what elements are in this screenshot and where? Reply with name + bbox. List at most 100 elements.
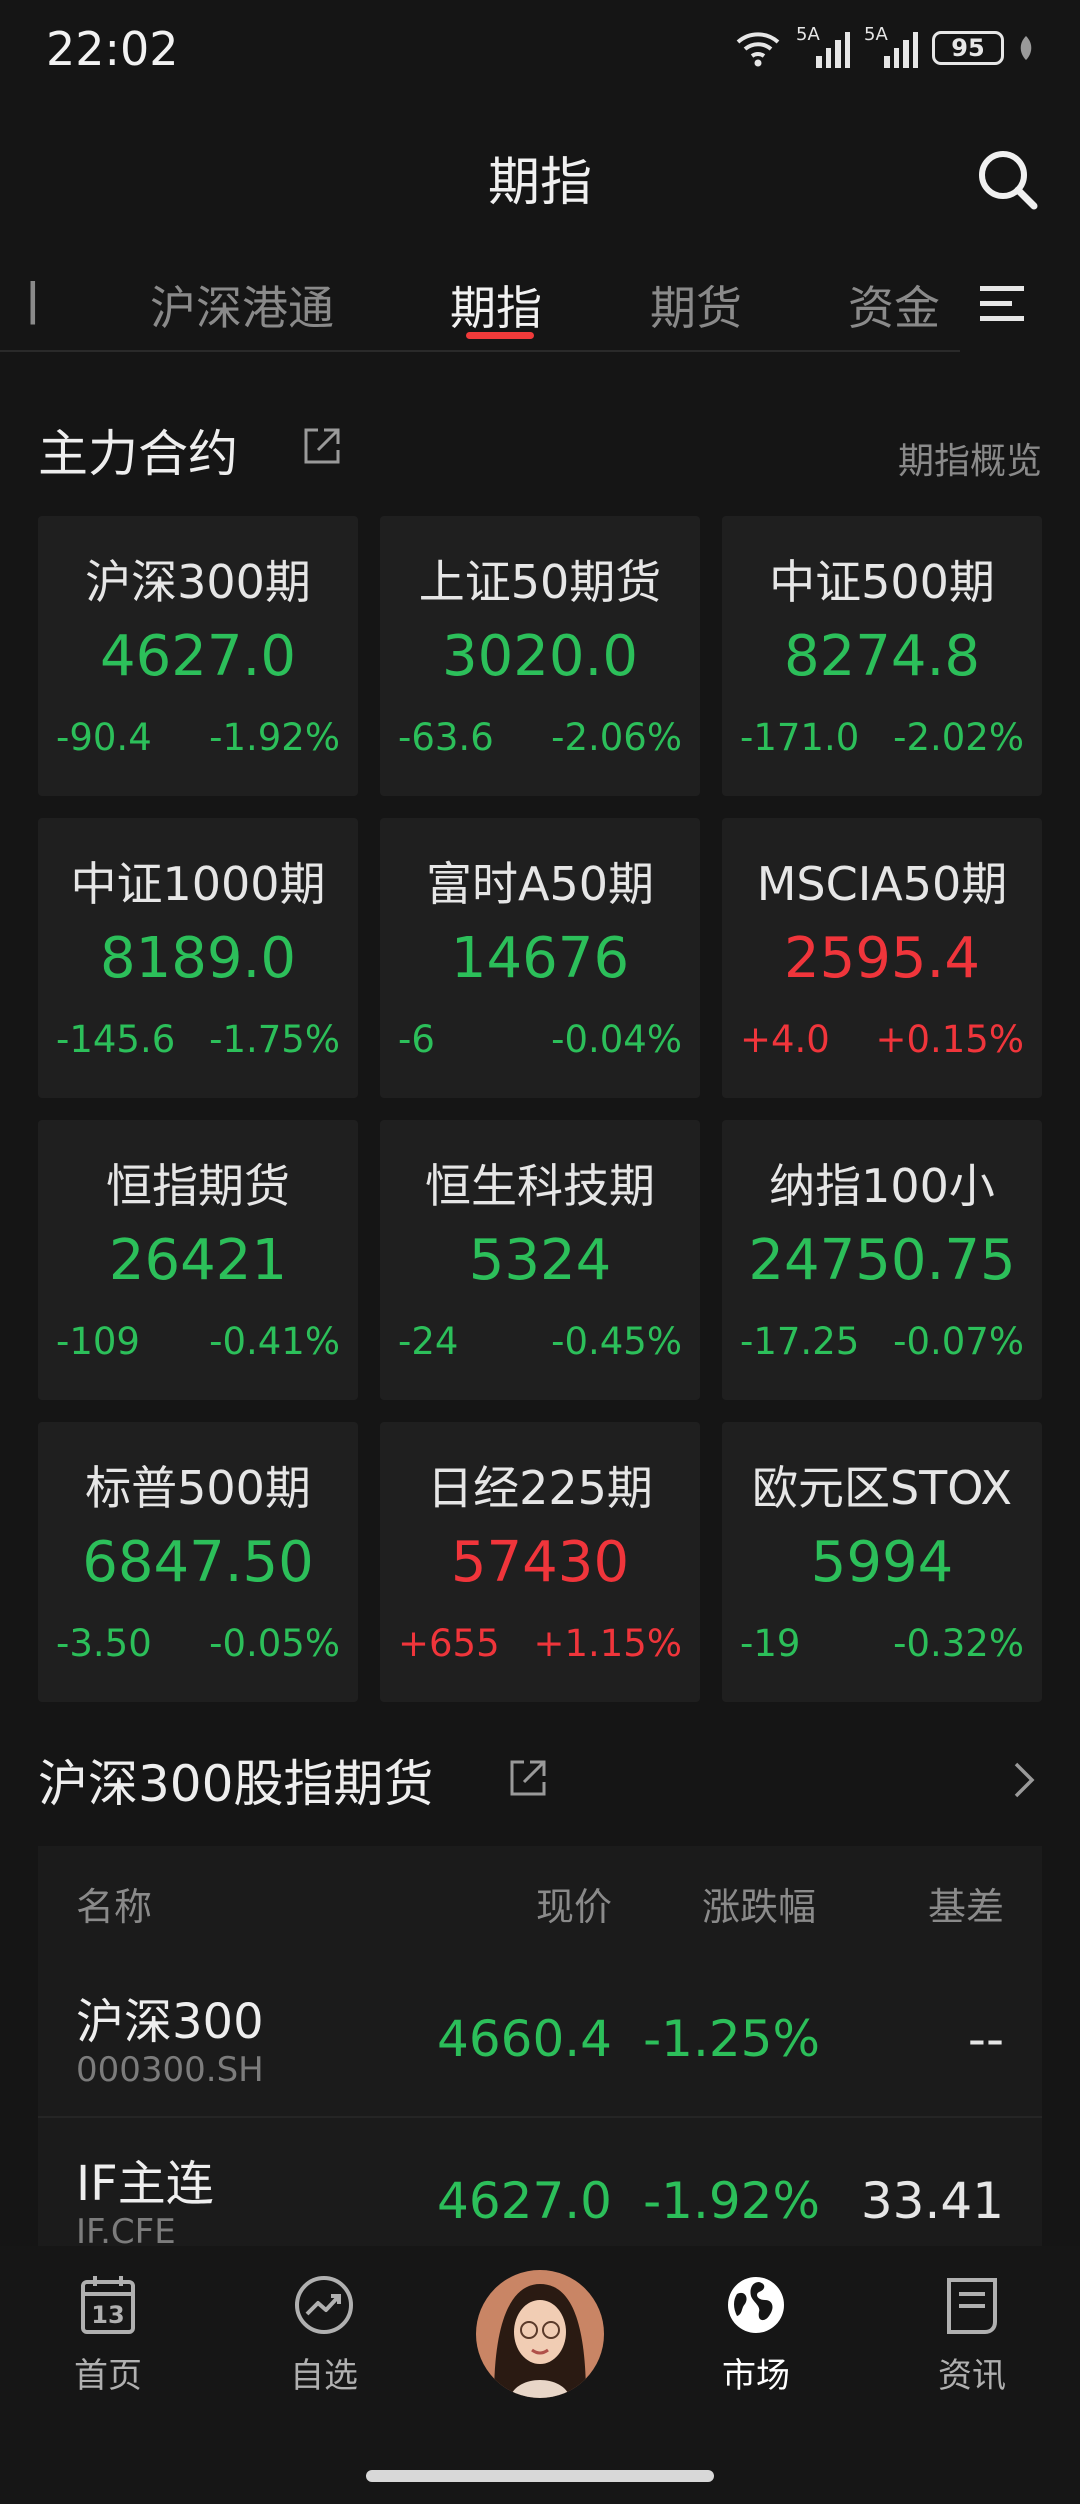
tab-hk-connect[interactable]: 沪深港通 bbox=[150, 272, 334, 338]
card-change: -90.4 bbox=[56, 716, 152, 759]
row-basis: 33.41 bbox=[860, 2172, 1004, 2230]
card-change: -24 bbox=[398, 1320, 459, 1363]
calendar-icon: 13 bbox=[81, 2276, 135, 2334]
contract-card[interactable]: 恒生科技期 5324 -24 -0.45% bbox=[380, 1120, 700, 1400]
bottom-nav: 13 首页 自选 市场 资讯 bbox=[0, 2246, 1080, 2504]
nav-home[interactable]: 13 首页 bbox=[28, 2272, 188, 2397]
signal-2-label: 5A bbox=[864, 24, 888, 45]
row-price: 4627.0 bbox=[437, 2172, 612, 2230]
card-change: -63.6 bbox=[398, 716, 494, 759]
nav-news[interactable]: 资讯 bbox=[892, 2272, 1052, 2397]
card-name: 恒指期货 bbox=[106, 1159, 290, 1213]
card-name: 上证50期货 bbox=[418, 555, 662, 609]
contract-card[interactable]: 沪深300期 4627.0 -90.4 -1.92% bbox=[38, 516, 358, 796]
nav-label-watchlist: 自选 bbox=[290, 2356, 358, 2396]
home-indicator[interactable] bbox=[366, 2470, 714, 2482]
external-link-icon[interactable] bbox=[506, 1756, 550, 1800]
card-change-pct: -1.75% bbox=[209, 1018, 340, 1061]
contract-card[interactable]: 恒指期货 26421 -109 -0.41% bbox=[38, 1120, 358, 1400]
contract-card[interactable]: 欧元区STOX 5994 -19 -0.32% bbox=[722, 1422, 1042, 1702]
col-header-price[interactable]: 现价 bbox=[536, 1876, 612, 1931]
contract-card[interactable]: 日经225期 57430 +655 +1.15% bbox=[380, 1422, 700, 1702]
col-header-basis[interactable]: 基差 bbox=[928, 1876, 1004, 1931]
card-change-pct: +1.15% bbox=[533, 1622, 682, 1665]
card-change: -17.25 bbox=[740, 1320, 860, 1363]
card-price: 26421 bbox=[108, 1228, 288, 1293]
nav-watchlist[interactable]: 自选 bbox=[244, 2272, 404, 2397]
row-name: 沪深300 bbox=[76, 1994, 264, 2050]
card-change-pct: -0.45% bbox=[551, 1320, 682, 1363]
contract-card[interactable]: MSCIA50期 2595.4 +4.0 +0.15% bbox=[722, 818, 1042, 1098]
card-change: -109 bbox=[56, 1320, 140, 1363]
page-title: 期指 bbox=[487, 153, 592, 213]
status-icons: 5A 5A 95 bbox=[734, 24, 1034, 68]
card-change-pct: -0.41% bbox=[209, 1320, 340, 1363]
card-change: -3.50 bbox=[56, 1622, 152, 1665]
tab-bar: ǀ 沪深港通 期指 期货 资金 bbox=[0, 262, 960, 352]
row-code: IF.CFE bbox=[76, 2212, 176, 2246]
signal-1-label: 5A bbox=[796, 24, 820, 45]
card-price: 5994 bbox=[810, 1530, 954, 1595]
card-name: 沪深300期 bbox=[85, 555, 311, 609]
news-icon bbox=[947, 2278, 997, 2334]
contract-card[interactable]: 上证50期货 3020.0 -63.6 -2.06% bbox=[380, 516, 700, 796]
section-title-hs300-futures: 沪深300股指期货 bbox=[38, 1755, 434, 1813]
tab-index-futures[interactable]: 期指 bbox=[450, 272, 542, 338]
row-change-pct: -1.92% bbox=[643, 2172, 820, 2230]
card-name: 恒生科技期 bbox=[425, 1159, 655, 1213]
card-price: 8274.8 bbox=[784, 624, 980, 689]
external-link-icon[interactable] bbox=[300, 424, 344, 468]
card-name: 欧元区STOX bbox=[751, 1461, 1013, 1515]
contract-card[interactable]: 中证500期 8274.8 -171.0 -2.02% bbox=[722, 516, 1042, 796]
card-price: 8189.0 bbox=[100, 926, 296, 991]
tab-active-indicator bbox=[466, 332, 534, 339]
card-price: 6847.50 bbox=[82, 1530, 314, 1595]
chevron-right-icon[interactable] bbox=[1012, 1758, 1038, 1802]
wifi-icon bbox=[736, 32, 780, 67]
main-contracts-title: 主力合约 bbox=[38, 425, 238, 483]
card-name: 中证500期 bbox=[769, 555, 995, 609]
contract-card[interactable]: 中证1000期 8189.0 -145.6 -1.75% bbox=[38, 818, 358, 1098]
card-change: -6 bbox=[398, 1018, 435, 1061]
status-time: 22:02 bbox=[46, 22, 179, 76]
assistant-avatar[interactable] bbox=[476, 2270, 604, 2398]
card-change-pct: -2.02% bbox=[893, 716, 1024, 759]
contract-card[interactable]: 纳指100小 24750.75 -17.25 -0.07% bbox=[722, 1120, 1042, 1400]
card-name: 纳指100小 bbox=[769, 1159, 995, 1213]
card-price: 2595.4 bbox=[784, 926, 980, 991]
nav-label-news: 资讯 bbox=[938, 2356, 1006, 2396]
card-change-pct: -1.92% bbox=[209, 716, 340, 759]
menu-icon[interactable] bbox=[976, 282, 1028, 326]
card-change-pct: -0.05% bbox=[209, 1622, 340, 1665]
card-name: 中证1000期 bbox=[70, 857, 326, 911]
calendar-day: 13 bbox=[91, 2301, 124, 2329]
nav-market[interactable]: 市场 bbox=[676, 2272, 836, 2397]
tab-partial[interactable]: ǀ bbox=[26, 272, 40, 326]
row-price: 4660.4 bbox=[437, 2010, 612, 2068]
card-name: 富时A50期 bbox=[425, 857, 654, 911]
card-change: +655 bbox=[398, 1622, 500, 1665]
card-change-pct: -0.07% bbox=[893, 1320, 1024, 1363]
table-row[interactable]: IF主连 IF.CFE 4627.0 -1.92% 33.41 bbox=[38, 2116, 1042, 2246]
card-change-pct: -0.32% bbox=[893, 1622, 1024, 1665]
contract-card[interactable]: 标普500期 6847.50 -3.50 -0.05% bbox=[38, 1422, 358, 1702]
table-row[interactable]: 沪深300 000300.SH 4660.4 -1.25% -- bbox=[38, 1956, 1042, 2116]
card-price: 14676 bbox=[450, 926, 630, 991]
col-header-change-pct[interactable]: 涨跌幅 bbox=[702, 1876, 816, 1931]
card-price: 4627.0 bbox=[100, 624, 296, 689]
tab-futures[interactable]: 期货 bbox=[650, 272, 742, 338]
card-change-pct: -0.04% bbox=[551, 1018, 682, 1061]
col-header-name: 名称 bbox=[76, 1885, 153, 1929]
search-icon[interactable] bbox=[974, 146, 1040, 212]
row-change-pct: -1.25% bbox=[643, 2010, 820, 2068]
contract-card[interactable]: 富时A50期 14676 -6 -0.04% bbox=[380, 818, 700, 1098]
section-title-main-contracts: 主力合约 bbox=[38, 414, 238, 486]
card-change: -19 bbox=[740, 1622, 801, 1665]
tab-capital[interactable]: 资金 bbox=[848, 272, 940, 338]
card-change-pct: +0.15% bbox=[875, 1018, 1024, 1061]
card-price: 5324 bbox=[468, 1228, 612, 1293]
cell-signal-1-icon: 5A bbox=[796, 24, 850, 68]
overview-link[interactable]: 期指概览 bbox=[898, 432, 1042, 484]
row-basis: -- bbox=[967, 2010, 1004, 2068]
card-change: +4.0 bbox=[740, 1018, 830, 1061]
